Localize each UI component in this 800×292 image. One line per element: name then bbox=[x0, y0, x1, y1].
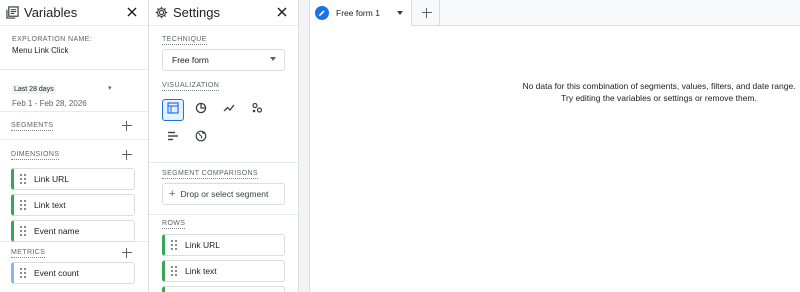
add-segment-icon[interactable] bbox=[122, 121, 132, 131]
line-viz-button[interactable] bbox=[218, 99, 240, 121]
add-metric-icon[interactable] bbox=[122, 248, 132, 258]
segment-placeholder: Drop or select segment bbox=[180, 189, 269, 199]
variables-panel: Variables EXPLORATION NAME: Menu Link Cl… bbox=[0, 0, 148, 292]
row-chip[interactable]: Link text bbox=[162, 260, 285, 282]
add-dimension-icon[interactable] bbox=[122, 150, 132, 160]
segment-drop-zone[interactable]: + Drop or select segment bbox=[162, 183, 285, 205]
close-icon[interactable] bbox=[276, 5, 290, 19]
bar-chart-icon bbox=[167, 129, 179, 147]
settings-header: Settings bbox=[149, 0, 298, 26]
segment-comparisons-label: SEGMENT COMPARISONS bbox=[162, 170, 259, 179]
gear-icon bbox=[155, 6, 169, 20]
chevron-down-icon[interactable]: ▾ bbox=[108, 84, 112, 92]
divider bbox=[149, 214, 298, 215]
dimension-chip[interactable]: Link URL bbox=[11, 168, 135, 190]
plus-icon: + bbox=[169, 188, 176, 200]
row-chip-partial[interactable] bbox=[162, 286, 285, 292]
row-label: Link text bbox=[185, 266, 217, 276]
dimensions-label: DIMENSIONS bbox=[11, 150, 60, 160]
exploration-name-block[interactable]: EXPLORATION NAME: Menu Link Click bbox=[0, 26, 148, 70]
table-icon bbox=[167, 101, 179, 119]
globe-icon bbox=[195, 129, 207, 147]
line-chart-icon bbox=[223, 101, 235, 119]
scatter-viz-button[interactable] bbox=[246, 99, 268, 121]
settings-title: Settings bbox=[173, 5, 220, 20]
row-label: Link URL bbox=[185, 240, 220, 250]
drag-handle-icon[interactable] bbox=[20, 200, 26, 210]
plus-icon bbox=[421, 8, 432, 18]
bar-viz-button[interactable] bbox=[162, 127, 184, 149]
row-chip[interactable]: Link URL bbox=[162, 234, 285, 256]
rows-label: ROWS bbox=[162, 220, 186, 229]
panel-divider bbox=[298, 0, 310, 292]
technique-value: Free form bbox=[172, 55, 209, 65]
chevron-down-icon bbox=[270, 57, 276, 61]
drag-handle-icon[interactable] bbox=[171, 266, 177, 276]
no-data-line-2: Try editing the variables or settings or… bbox=[561, 93, 757, 103]
add-tab-button[interactable] bbox=[414, 0, 440, 26]
segments-label: SEGMENTS bbox=[11, 121, 54, 131]
dimension-chip[interactable]: Link text bbox=[11, 194, 135, 216]
variables-header: Variables bbox=[0, 0, 148, 26]
tab-label: Free form 1 bbox=[336, 8, 380, 18]
date-range-value: Feb 1 - Feb 28, 2026 bbox=[12, 99, 87, 108]
date-preset: Last 28 days bbox=[12, 85, 56, 94]
no-data-line-1: No data for this combination of segments… bbox=[522, 81, 796, 91]
metric-label: Event count bbox=[34, 268, 79, 278]
metrics-label: METRICS bbox=[11, 248, 46, 258]
drag-handle-icon[interactable] bbox=[20, 174, 26, 184]
donut-chart-icon bbox=[195, 101, 207, 119]
no-data-message: No data for this combination of segments… bbox=[494, 80, 800, 104]
donut-viz-button[interactable] bbox=[190, 99, 212, 121]
drag-handle-icon[interactable] bbox=[171, 240, 177, 250]
drag-handle-icon[interactable] bbox=[20, 226, 26, 236]
divider bbox=[149, 162, 298, 163]
exploration-name-label: EXPLORATION NAME: bbox=[12, 36, 93, 43]
technique-label: TECHNIQUE bbox=[162, 36, 207, 45]
dimension-chip[interactable]: Event name bbox=[11, 220, 135, 242]
variables-title: Variables bbox=[24, 5, 78, 20]
technique-select[interactable]: Free form bbox=[162, 49, 285, 71]
chevron-down-icon[interactable] bbox=[397, 11, 403, 15]
date-range-picker[interactable]: Last 28 days Feb 1 - Feb 28, 2026 ▾ bbox=[0, 70, 148, 112]
tab-free-form-1[interactable]: Free form 1 bbox=[310, 0, 412, 26]
close-icon[interactable] bbox=[126, 5, 140, 19]
dimension-label: Link URL bbox=[34, 174, 69, 184]
dimension-label: Link text bbox=[34, 200, 66, 210]
tab-bar: Free form 1 bbox=[310, 0, 800, 26]
visualization-label: VISUALIZATION bbox=[162, 82, 220, 91]
dimensions-section: DIMENSIONS Link URL Link text Event name bbox=[0, 140, 148, 242]
geo-viz-button[interactable] bbox=[190, 127, 212, 149]
metric-chip[interactable]: Event count bbox=[11, 262, 135, 284]
variables-icon bbox=[6, 6, 20, 20]
settings-panel: Settings TECHNIQUE Free form VISUALIZATI… bbox=[148, 0, 298, 292]
pencil-icon bbox=[315, 6, 329, 20]
scatter-icon bbox=[251, 101, 263, 119]
segments-section: SEGMENTS bbox=[0, 112, 148, 140]
metrics-section: METRICS Event count bbox=[0, 242, 148, 292]
table-viz-button[interactable] bbox=[162, 99, 184, 121]
dimension-label: Event name bbox=[34, 226, 80, 236]
exploration-name[interactable]: Menu Link Click bbox=[12, 46, 148, 55]
drag-handle-icon[interactable] bbox=[20, 268, 26, 278]
